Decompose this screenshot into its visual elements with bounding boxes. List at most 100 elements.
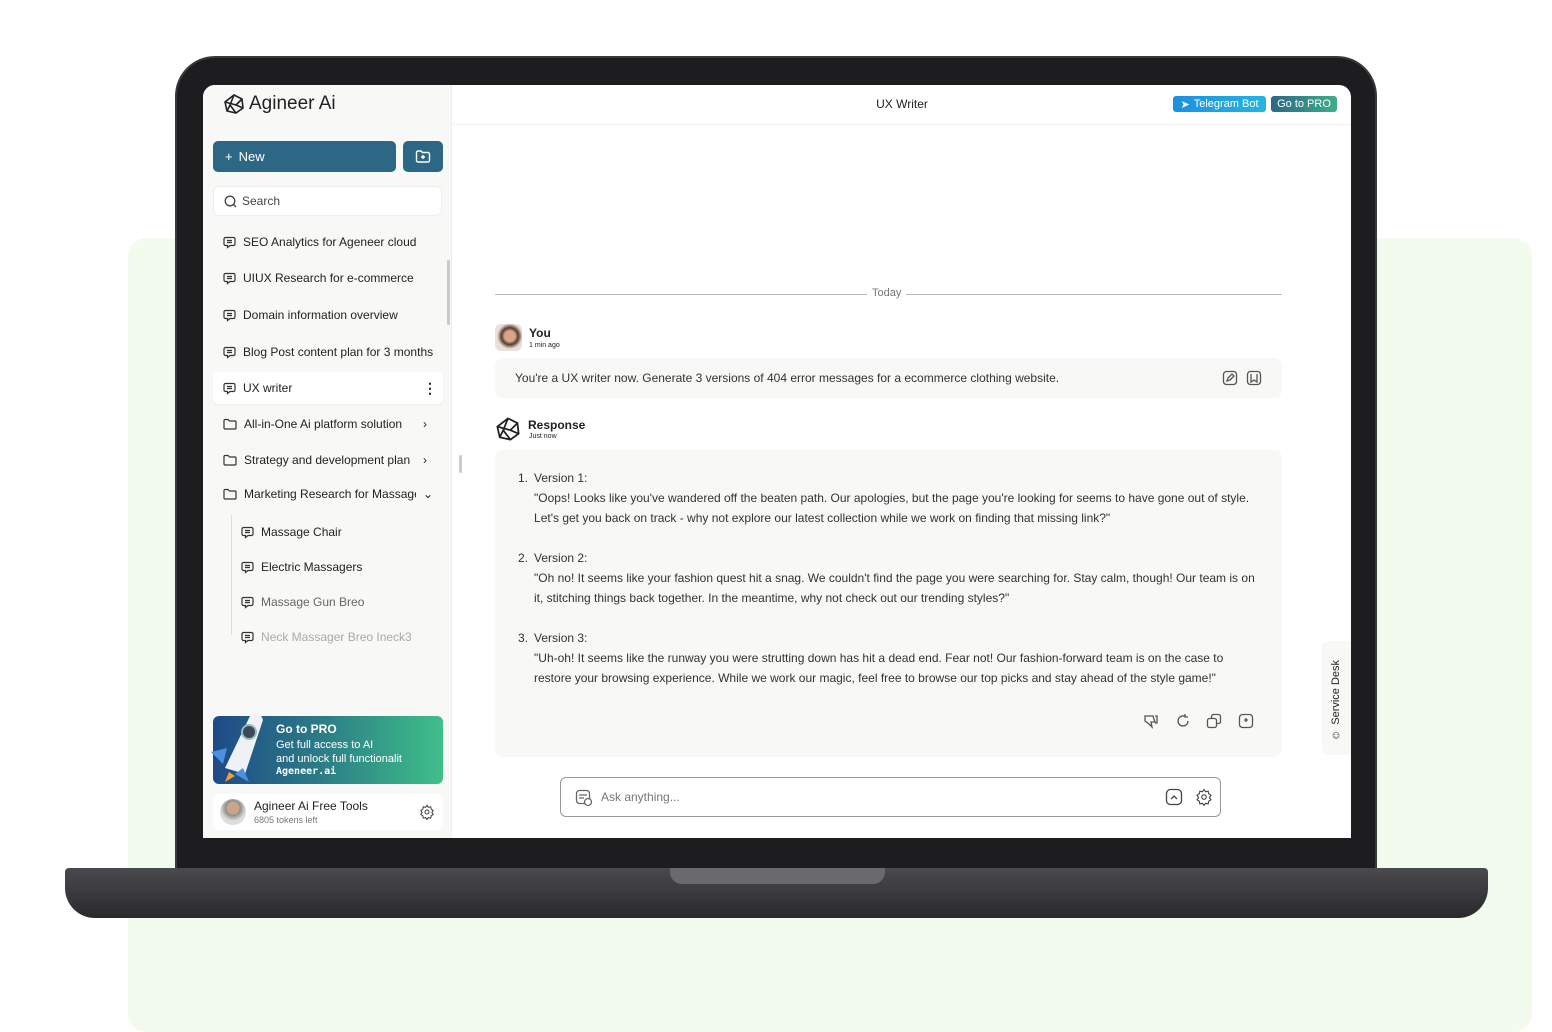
folder-icon — [223, 418, 237, 430]
telegram-icon: ➤ — [1180, 98, 1190, 111]
rocket-icon — [205, 708, 275, 783]
telegram-bot-button[interactable]: ➤ Telegram Bot — [1173, 96, 1266, 112]
chat-icon — [223, 272, 236, 285]
folder-chat-item[interactable]: Massage Chair — [241, 517, 441, 547]
tokens-left: 6805 tokens left — [254, 815, 318, 825]
version-number: 3. — [518, 631, 529, 645]
folder-icon — [223, 488, 237, 500]
chat-label: Massage Gun Breo — [261, 595, 365, 609]
chevron-right-icon: › — [423, 453, 427, 467]
logo-icon — [223, 93, 245, 115]
promo-line1: Get full access to AI — [276, 739, 374, 751]
composer-placeholder: Ask anything... — [601, 790, 680, 804]
logo[interactable]: Agineer Ai — [223, 93, 336, 115]
version-number: 1. — [518, 471, 529, 485]
response-message: 1. Version 1: "Oops! Looks like you've wan… — [495, 450, 1282, 757]
version-title: Version 2: — [534, 551, 588, 565]
version-text: "Oops! Looks like you've wandered off th… — [534, 491, 1250, 525]
folder-label: All-in-One Ai platform solution — [244, 417, 403, 431]
chat-label: Blog Post content plan for 3 months — [243, 345, 434, 359]
chat-item-active[interactable]: UX writer ⋮ — [213, 372, 443, 404]
gear-icon[interactable] — [419, 804, 435, 820]
chat-icon — [241, 561, 254, 574]
regenerate-icon[interactable] — [1175, 713, 1191, 729]
response-version: 3. Version 3: "Uh-oh! It seems like the ru… — [518, 628, 1258, 688]
response-version: 2. Version 2: "Oh no! It seems like your f… — [518, 548, 1258, 608]
folder-plus-icon — [415, 149, 431, 164]
folder-item[interactable]: All-in-One Ai platform solution › — [213, 408, 443, 440]
chat-icon — [241, 631, 254, 644]
user-message: You're a UX writer now. Generate 3 versi… — [495, 358, 1282, 398]
message-time: 1 min ago — [529, 342, 560, 349]
sidebar-scrollbar[interactable] — [447, 260, 450, 325]
chat-label: UIUX Research for e-commerce — [243, 271, 414, 285]
version-text: "Uh-oh! It seems like the runway you wer… — [534, 651, 1224, 685]
sidebar: Agineer Ai + New Search SEO Analytics for… — [203, 85, 452, 838]
new-folder-button[interactable] — [403, 141, 443, 172]
attachment-icon[interactable] — [575, 789, 593, 807]
avatar — [220, 799, 246, 825]
folder-label: Strategy and development plan — [244, 453, 411, 467]
promo-brand: Ageneer.ai — [276, 766, 337, 777]
bookmark-icon[interactable] — [1246, 370, 1262, 386]
app-name: Agineer Ai — [249, 93, 336, 114]
user-card[interactable]: Agineer Ai Free Tools 6805 tokens left — [213, 794, 443, 830]
folder-label: Marketing Research for Massage — [244, 487, 416, 501]
chat-label: SEO Analytics for Ageneer cloud — [243, 235, 417, 249]
chevron-right-icon: › — [423, 417, 427, 431]
chat-icon — [241, 596, 254, 609]
support-icon: ☺ — [1330, 729, 1342, 742]
telegram-label: Telegram Bot — [1193, 98, 1259, 110]
folder-item[interactable]: Strategy and development plan › — [213, 444, 443, 476]
thumbs-down-icon[interactable] — [1143, 713, 1159, 729]
folder-chat-item[interactable]: Massage Gun Breo — [241, 587, 441, 617]
promo-line2: and unlock full functionalit — [276, 753, 402, 765]
response-author: Response — [528, 418, 586, 432]
chat-item[interactable]: Blog Post content plan for 3 months — [213, 336, 443, 368]
user-name: Agineer Ai Free Tools — [254, 799, 368, 813]
more-vertical-icon[interactable]: ⋮ — [423, 380, 443, 397]
service-desk-label: Service Desk — [1330, 659, 1342, 725]
expand-up-icon[interactable] — [1165, 788, 1183, 806]
chat-label: Massage Chair — [261, 525, 342, 539]
response-version: 1. Version 1: "Oops! Looks like you've wan… — [518, 468, 1258, 528]
tree-line — [231, 515, 232, 635]
version-title: Version 1: — [534, 471, 588, 485]
header: UX Writer ➤ Telegram Bot Go to PRO — [453, 85, 1351, 125]
chat-icon — [223, 382, 236, 395]
service-desk-tab[interactable]: ☺ Service Desk — [1322, 641, 1351, 755]
go-pro-button[interactable]: Go to PRO — [1271, 96, 1337, 112]
chat-item[interactable]: UIUX Research for e-commerce — [213, 262, 443, 294]
app-screen: Agineer Ai + New Search SEO Analytics for… — [203, 85, 1351, 838]
ai-logo-icon — [495, 416, 521, 442]
chat-icon — [241, 526, 254, 539]
folder-chat-item[interactable]: Neck Massager Breo Ineck3 — [241, 622, 441, 652]
new-label: New — [238, 149, 265, 164]
promo-title: Go to PRO — [276, 722, 337, 736]
composer-input[interactable]: Ask anything... — [560, 777, 1221, 817]
edit-icon[interactable] — [1222, 370, 1238, 386]
date-label: Today — [867, 287, 907, 299]
chat-item[interactable]: Domain information overview — [213, 299, 443, 331]
folder-item[interactable]: Marketing Research for Massage ⌄ — [213, 478, 443, 510]
chat-icon — [223, 346, 236, 359]
chat-label: Electric Massagers — [261, 560, 363, 574]
bookmark-add-icon[interactable] — [1238, 713, 1254, 729]
plus-icon: + — [225, 149, 233, 164]
chat-item[interactable]: SEO Analytics for Ageneer cloud — [213, 226, 443, 258]
folder-chat-item[interactable]: Electric Massagers — [241, 552, 441, 582]
search-input[interactable]: Search — [213, 186, 442, 216]
chat-label: Domain information overview — [243, 308, 398, 322]
message-author: You — [529, 326, 551, 340]
go-pro-banner[interactable]: Go to PRO Get full access to AI and unlo… — [211, 713, 443, 784]
copy-icon[interactable] — [1206, 713, 1222, 729]
folder-icon — [223, 454, 237, 466]
chevron-down-icon: ⌄ — [423, 487, 434, 501]
new-chat-button[interactable]: + New — [213, 141, 396, 172]
message-text: You're a UX writer now. Generate 3 versi… — [515, 371, 1060, 385]
response-time: Just now — [529, 433, 557, 440]
search-icon — [224, 195, 237, 208]
settings-icon[interactable] — [1195, 788, 1213, 806]
version-title: Version 3: — [534, 631, 588, 645]
resize-handle[interactable] — [459, 455, 462, 473]
